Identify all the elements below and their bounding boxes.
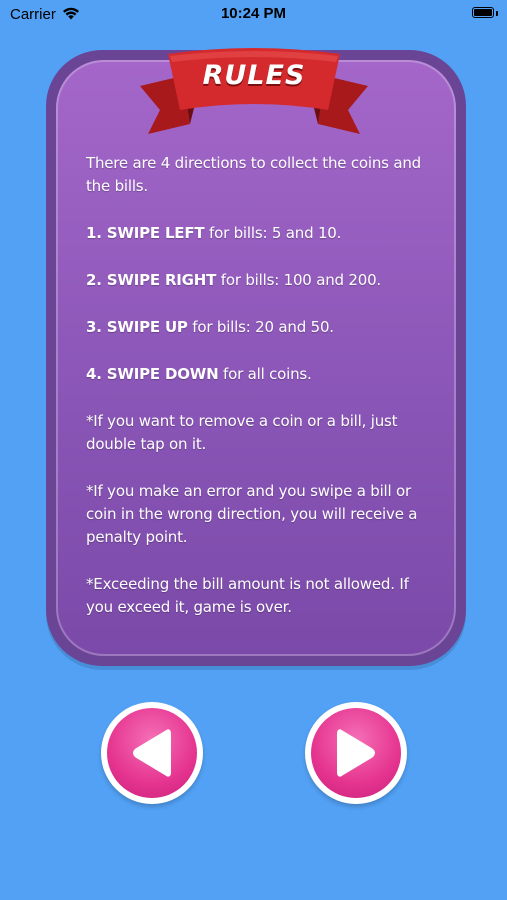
rules-content: There are 4 directions to collect the co… [86, 152, 431, 643]
note-exceed: *Exceeding the bill amount is not allowe… [86, 575, 409, 616]
arrow-left-icon [133, 729, 171, 777]
status-bar: Carrier 10:24 PM [0, 0, 507, 28]
rule-swipe-down-action: 4. SWIPE DOWN [86, 365, 219, 383]
clock: 10:24 PM [220, 5, 287, 22]
rule-swipe-up-action: 3. SWIPE UP [86, 318, 188, 336]
previous-button[interactable] [101, 702, 203, 804]
rules-title: RULES [202, 60, 306, 91]
arrow-right-icon [337, 729, 375, 777]
rule-swipe-left: 1. SWIPE LEFT for bills: 5 and 10. [86, 222, 431, 245]
note-penalty: *If you make an error and you swipe a bi… [86, 482, 418, 546]
rule-swipe-right-action: 2. SWIPE RIGHT [86, 271, 217, 289]
battery-icon [472, 7, 494, 18]
rules-intro: There are 4 directions to collect the co… [86, 154, 421, 195]
rule-swipe-down: 4. SWIPE DOWN for all coins. [86, 363, 431, 386]
battery-tip [496, 11, 498, 16]
rules-banner: RULES [138, 48, 370, 140]
rule-swipe-right-text: for bills: 100 and 200. [216, 271, 381, 289]
next-button[interactable] [305, 702, 407, 804]
rule-swipe-up: 3. SWIPE UP for bills: 20 and 50. [86, 316, 431, 339]
rule-swipe-up-text: for bills: 20 and 50. [187, 318, 334, 336]
rule-swipe-left-action: 1. SWIPE LEFT [86, 224, 205, 242]
note-remove: *If you want to remove a coin or a bill,… [86, 412, 398, 453]
rule-swipe-right: 2. SWIPE RIGHT for bills: 100 and 200. [86, 269, 431, 292]
rule-swipe-down-text: for all coins. [218, 365, 312, 383]
rule-swipe-left-text: for bills: 5 and 10. [204, 224, 342, 242]
